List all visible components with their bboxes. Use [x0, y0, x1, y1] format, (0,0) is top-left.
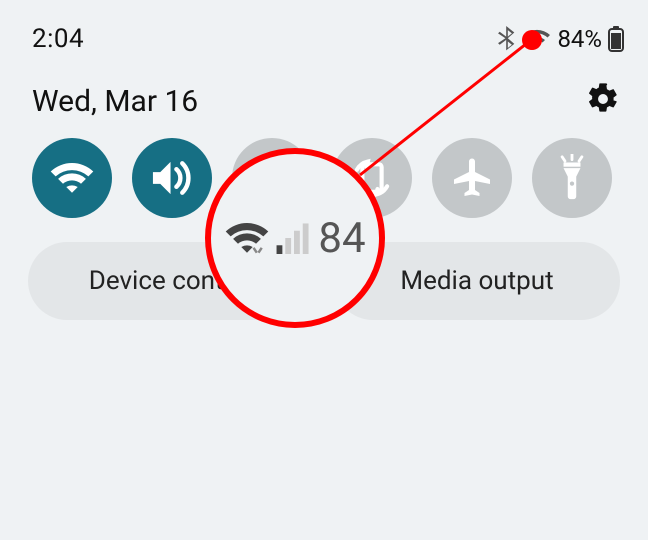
wifi-icon: [523, 28, 551, 50]
sound-tile[interactable]: [132, 138, 212, 218]
settings-gear-icon[interactable]: [586, 82, 620, 120]
bluetooth-tile[interactable]: [232, 138, 312, 218]
device-control-button[interactable]: Device control: [28, 242, 314, 320]
bluetooth-icon: [497, 26, 517, 52]
wifi-tile[interactable]: [32, 138, 112, 218]
battery-percent: 84%: [557, 25, 602, 53]
clock-time: 2:04: [32, 24, 84, 54]
date-row: Wed, Mar 16: [0, 54, 648, 120]
airplane-mode-tile[interactable]: [432, 138, 512, 218]
status-icons: 84%: [497, 25, 624, 53]
date-label[interactable]: Wed, Mar 16: [32, 84, 198, 119]
status-bar: 2:04 84%: [0, 0, 648, 54]
quick-settings-panel: 2:04 84% Wed, Mar 16: [0, 0, 648, 540]
flashlight-tile[interactable]: [532, 138, 612, 218]
pill-row: Device control Media output: [0, 218, 648, 320]
auto-rotate-tile[interactable]: [332, 138, 412, 218]
quick-tiles-row: [0, 120, 648, 218]
media-output-button[interactable]: Media output: [334, 242, 620, 320]
battery-icon: [608, 26, 624, 52]
